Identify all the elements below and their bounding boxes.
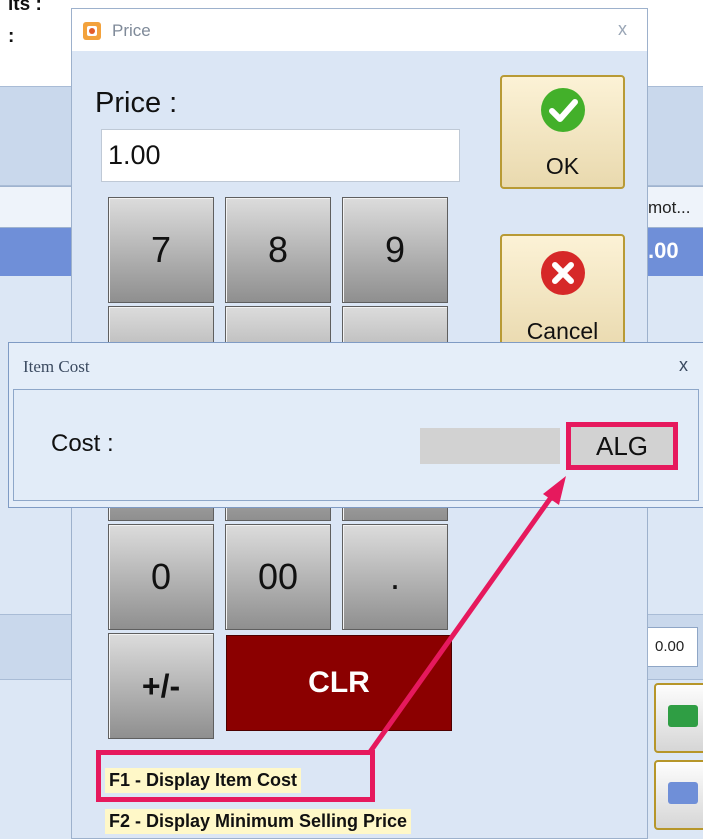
cash-payment-button[interactable]: [654, 683, 703, 753]
key-7[interactable]: 7: [108, 197, 214, 303]
clear-button[interactable]: CLR: [226, 635, 452, 731]
cancel-x-icon: [541, 251, 585, 295]
cost-field-background: [420, 428, 560, 464]
background-label-1: its :: [8, 0, 42, 15]
grid-column-header: mot...: [648, 198, 691, 217]
ok-check-icon: [541, 88, 585, 132]
cost-label: Cost :: [51, 430, 114, 457]
key-0[interactable]: 0: [108, 524, 214, 630]
f1-highlight-box: [96, 750, 375, 802]
price-close-icon[interactable]: x: [618, 19, 627, 40]
key-9[interactable]: 9: [342, 197, 448, 303]
item-cost-close-icon[interactable]: x: [679, 355, 688, 376]
ok-button[interactable]: OK: [500, 75, 625, 189]
item-cost-panel: Cost : ALG: [13, 389, 699, 501]
grid-row-value: .00: [648, 238, 679, 263]
price-title-bar: Price x: [72, 9, 647, 51]
total-field[interactable]: 0.00: [646, 627, 698, 667]
key-00[interactable]: 00: [225, 524, 331, 630]
price-dialog-title: Price: [112, 21, 151, 40]
key-8[interactable]: 8: [225, 197, 331, 303]
card-icon: [668, 782, 698, 804]
cost-value: ALG: [566, 422, 678, 470]
item-cost-title: Item Cost: [23, 357, 90, 376]
cancel-button[interactable]: Cancel: [500, 234, 625, 354]
background-label-2: :: [8, 26, 15, 47]
price-input[interactable]: 1.00: [101, 129, 460, 182]
hint-f2: F2 - Display Minimum Selling Price: [105, 809, 412, 834]
cash-icon: [668, 705, 698, 727]
price-field-label: Price :: [95, 87, 178, 119]
price-app-icon: [83, 22, 101, 40]
card-payment-button[interactable]: [654, 760, 703, 830]
key-plus-minus[interactable]: +/-: [108, 633, 214, 739]
item-cost-dialog: Item Cost x Cost : ALG: [8, 342, 703, 508]
key-decimal[interactable]: .: [342, 524, 448, 630]
ok-label: OK: [545, 153, 580, 179]
cancel-label: Cancel: [526, 318, 599, 344]
